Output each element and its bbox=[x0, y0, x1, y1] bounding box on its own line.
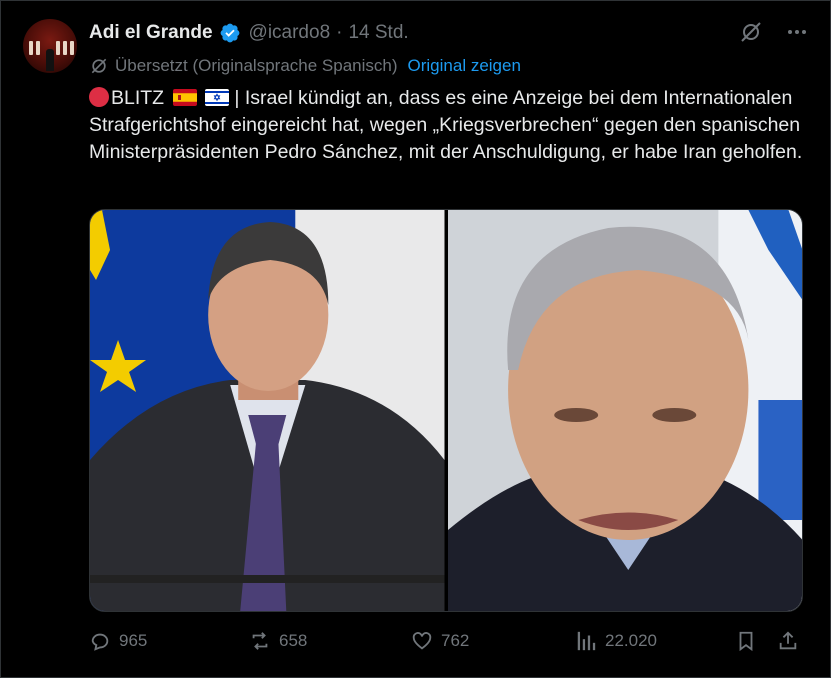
repost-icon bbox=[252, 632, 268, 650]
israel-flag-emoji bbox=[204, 89, 229, 106]
avatar[interactable] bbox=[23, 19, 77, 73]
reply-count: 965 bbox=[119, 631, 148, 650]
author-name[interactable]: Adi el Grande bbox=[89, 22, 213, 44]
like-count: 762 bbox=[441, 631, 470, 650]
like-button[interactable]: 762 bbox=[411, 626, 469, 656]
translation-row: Übersetzt (Originalsprache Spanisch) Ori… bbox=[89, 55, 521, 77]
photo-netanyahu[interactable] bbox=[447, 210, 803, 611]
red-circle-emoji bbox=[89, 87, 109, 107]
photo-sanchez[interactable] bbox=[90, 210, 445, 611]
separator-dot: · bbox=[336, 22, 343, 43]
timestamp[interactable]: 14 Std. bbox=[348, 22, 408, 44]
translated-note: Übersetzt (Originalsprache Spanisch) bbox=[115, 56, 398, 75]
more-icon[interactable] bbox=[785, 20, 809, 44]
share-button[interactable] bbox=[777, 626, 799, 656]
grok-icon[interactable] bbox=[739, 20, 763, 44]
tweet-text-prefix: BLITZ bbox=[111, 87, 165, 109]
repost-count: 658 bbox=[279, 631, 308, 650]
repost-button[interactable]: 658 bbox=[249, 626, 307, 656]
bookmark-button[interactable] bbox=[735, 626, 757, 656]
verified-badge-icon bbox=[220, 23, 239, 43]
show-original-link[interactable]: Original zeigen bbox=[408, 56, 521, 76]
translate-icon bbox=[91, 58, 107, 74]
like-icon bbox=[412, 632, 432, 650]
tweet-text: BLITZ | Israel kündigt an, dass es eine … bbox=[89, 85, 809, 166]
tweet-media[interactable] bbox=[89, 209, 803, 612]
action-bar: 965 658 762 22.020 bbox=[89, 626, 801, 656]
share-icon bbox=[779, 631, 797, 650]
views-count: 22.020 bbox=[605, 631, 657, 650]
reply-icon bbox=[91, 633, 109, 651]
reply-button[interactable]: 965 bbox=[89, 626, 147, 656]
bookmark-icon bbox=[739, 631, 753, 652]
top-actions bbox=[739, 20, 809, 44]
views-button[interactable]: 22.020 bbox=[575, 626, 657, 656]
views-icon bbox=[577, 631, 596, 651]
spain-flag-emoji bbox=[172, 89, 197, 106]
author-row: Adi el Grande @icardo8 · 14 Std. bbox=[89, 20, 409, 46]
author-handle[interactable]: @icardo8 bbox=[249, 22, 331, 44]
